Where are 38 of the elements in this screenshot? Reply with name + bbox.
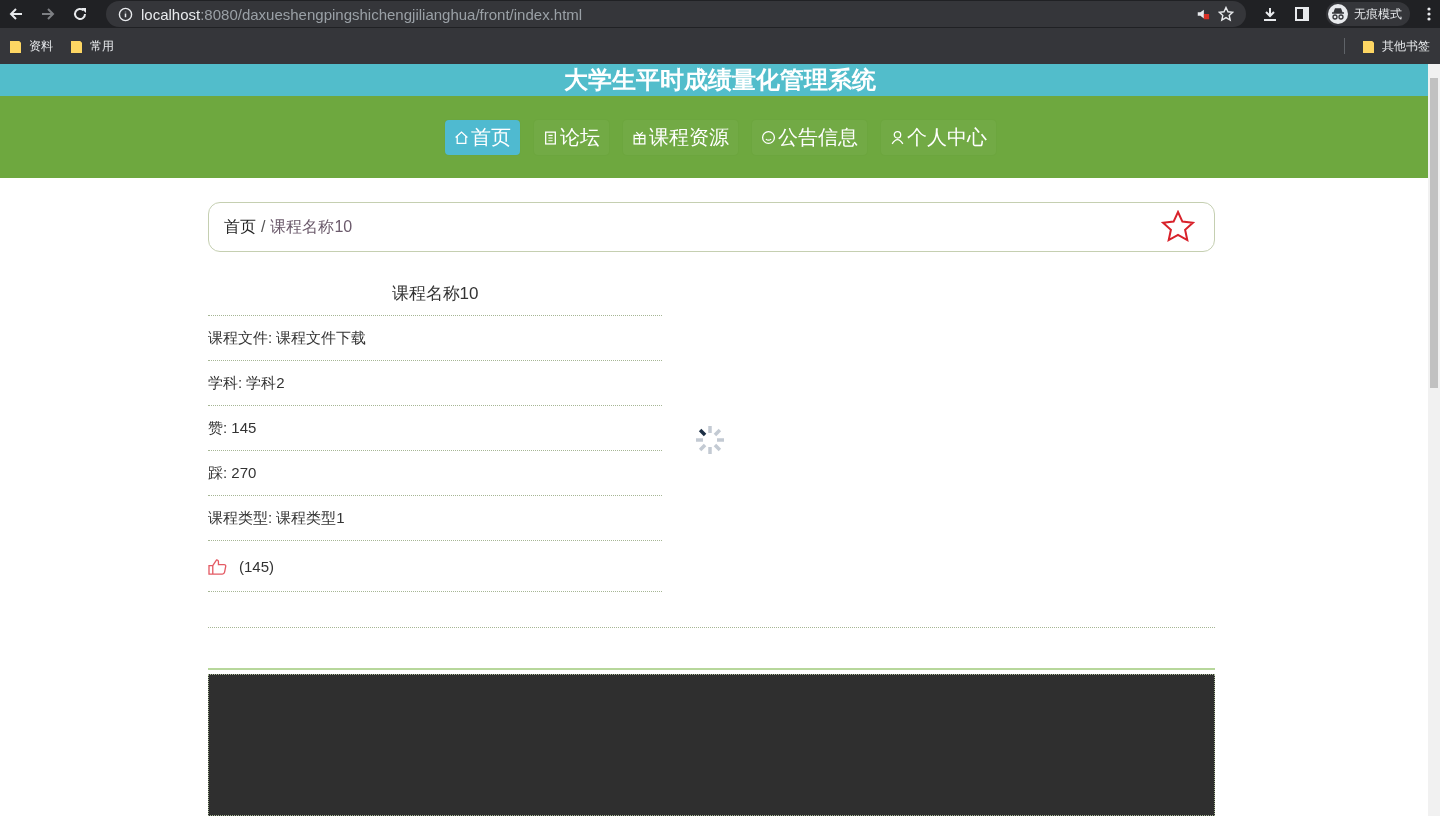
house-icon (453, 129, 469, 145)
site-title: 大学生平时成绩量化管理系统 (564, 65, 876, 95)
address-bar[interactable]: localhost:8080/daxueshengpingshichengjilianghua/front/index.html (106, 1, 1246, 27)
detail-row: 课程文件: 课程文件下载 (208, 316, 662, 361)
reload-icon[interactable] (72, 6, 88, 22)
favorite-star-icon[interactable] (1161, 210, 1195, 244)
star-icon[interactable] (1218, 6, 1234, 22)
folder-icon (1363, 39, 1374, 53)
detail-row: 踩: 270 (208, 451, 662, 496)
smiley-icon (760, 129, 776, 145)
like-count: (145) (239, 557, 275, 575)
download-icon[interactable] (1262, 6, 1278, 22)
document-icon (542, 129, 558, 145)
detail-row: 课程类型: 课程类型1 (208, 496, 662, 541)
breadcrumb-separator: / (261, 218, 266, 236)
menu-icon[interactable] (1426, 6, 1432, 22)
bookmark-folder[interactable]: 资料 (10, 37, 53, 55)
detail-row: 学科: 学科2 (208, 361, 662, 406)
info-icon (118, 6, 133, 22)
folder-icon (10, 39, 21, 53)
breadcrumb-current: 课程名称10 (270, 216, 353, 237)
breadcrumb-link[interactable]: 首页 (224, 216, 256, 238)
folder-icon (71, 39, 82, 53)
course-title: 课程名称10 (208, 282, 662, 316)
bookmark-folder[interactable]: 其他书签 (1363, 37, 1430, 55)
detail-row: 赞: 145 (208, 406, 662, 451)
side-panel-icon[interactable] (1294, 6, 1310, 22)
forward-icon[interactable] (40, 6, 56, 22)
back-icon[interactable] (8, 6, 24, 22)
bookmark-folder[interactable]: 常用 (71, 37, 114, 55)
incognito-icon (1328, 4, 1348, 24)
person-icon (889, 129, 905, 145)
scrollbar[interactable] (1428, 64, 1440, 816)
url-text: localhost:8080/daxueshengpingshichengjilianghua/front/index.html (141, 5, 583, 23)
muted-speaker-icon[interactable] (1196, 7, 1210, 21)
thumbs-up-icon[interactable] (208, 557, 227, 575)
gift-icon (631, 129, 647, 145)
profile-button[interactable]: 无痕模式 (1326, 2, 1410, 26)
